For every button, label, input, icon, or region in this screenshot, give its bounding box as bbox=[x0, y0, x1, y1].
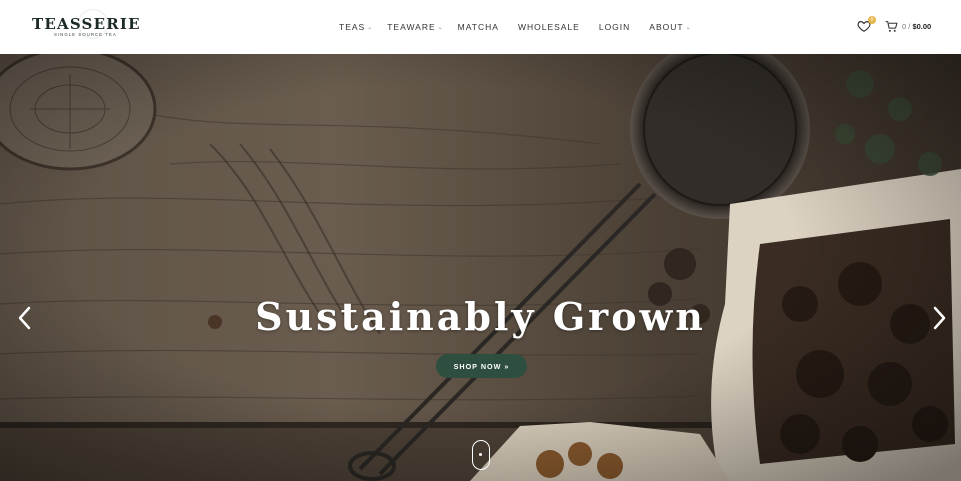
hero-slider: Sustainably Grown SHOP NOW » bbox=[0, 54, 961, 481]
chevron-down-icon: ⌄ bbox=[437, 25, 444, 31]
nav-item-label: MATCHA bbox=[457, 22, 499, 32]
nav-item-label: TEAS bbox=[339, 22, 366, 32]
cart-total: $0.00 bbox=[912, 21, 932, 31]
scroll-mouse-icon[interactable] bbox=[472, 440, 490, 470]
main-nav: TEAS ⌄ TEAWARE ⌄ MATCHA WHOLESALE LOGIN … bbox=[332, 0, 692, 54]
brand-logo[interactable]: TEASSERIE SINGLE SOURCE TEA bbox=[32, 9, 144, 41]
nav-item-teaware[interactable]: TEAWARE ⌄ bbox=[387, 22, 443, 32]
nav-item-wholesale[interactable]: WHOLESALE bbox=[518, 22, 580, 32]
cart-separator: / bbox=[908, 21, 911, 31]
wishlist-button[interactable]: 0 bbox=[857, 16, 877, 35]
shop-now-button[interactable]: SHOP NOW » bbox=[436, 354, 527, 378]
hero-title: Sustainably Grown bbox=[255, 294, 706, 339]
nav-item-about[interactable]: ABOUT ⌄ bbox=[649, 22, 691, 32]
brand-name: TEASSERIE bbox=[32, 15, 141, 33]
wishlist-count-badge: 0 bbox=[868, 16, 876, 24]
cart-icon bbox=[885, 20, 898, 32]
nav-item-teas[interactable]: TEAS ⌄ bbox=[339, 22, 373, 32]
chevron-left-icon bbox=[18, 306, 31, 330]
cart-summary: 0 / $0.00 bbox=[902, 22, 931, 31]
nav-item-label: ABOUT bbox=[649, 22, 684, 32]
nav-item-label: TEAWARE bbox=[387, 22, 436, 32]
nav-item-label: LOGIN bbox=[598, 22, 631, 32]
nav-item-matcha[interactable]: MATCHA bbox=[458, 22, 499, 32]
scroll-wheel-dot bbox=[479, 453, 482, 456]
cart-button[interactable]: 0 / $0.00 bbox=[885, 18, 931, 34]
cart-count: 0 bbox=[902, 21, 907, 31]
site-header: TEASSERIE SINGLE SOURCE TEA TEAS ⌄ TEAWA… bbox=[0, 0, 961, 54]
nav-item-label: WHOLESALE bbox=[517, 22, 580, 32]
slider-prev-button[interactable] bbox=[14, 304, 36, 332]
chevron-right-icon bbox=[933, 306, 946, 330]
chevron-down-icon: ⌄ bbox=[367, 25, 374, 31]
nav-item-login[interactable]: LOGIN bbox=[599, 22, 630, 32]
brand-tagline: SINGLE SOURCE TEA bbox=[54, 32, 117, 37]
hero-background-image bbox=[0, 54, 961, 481]
chevron-down-icon: ⌄ bbox=[685, 25, 692, 31]
slider-next-button[interactable] bbox=[928, 304, 950, 332]
